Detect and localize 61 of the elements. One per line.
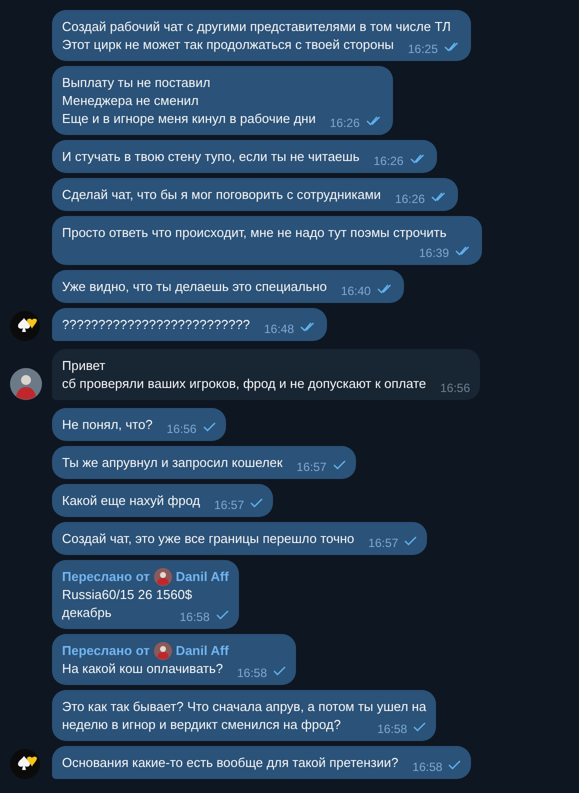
message-time: 16:57 — [214, 497, 244, 513]
message-text: декабрь — [62, 604, 112, 622]
check-icon — [404, 536, 418, 546]
check-icon — [332, 460, 346, 470]
message-time: 16:40 — [340, 283, 371, 299]
message-time: 16:58 — [180, 609, 210, 625]
message-time: 16:26 — [394, 191, 425, 207]
spade-heart-avatar-icon[interactable] — [10, 311, 40, 341]
message-time: 16:56 — [440, 380, 470, 396]
check-icon — [273, 666, 286, 676]
message-time: 16:26 — [330, 115, 360, 131]
message-time: 16:56 — [166, 421, 197, 437]
message-time: 16:48 — [264, 321, 294, 337]
check-icon — [448, 760, 462, 770]
message-time: 16:57 — [296, 459, 327, 475]
message-text: Просто ответь что происходит, мне не надо тут поэмы строчить — [62, 224, 446, 242]
message-text: Russia60/15 26 1560$ — [62, 586, 194, 604]
message-text: Привет — [62, 357, 106, 375]
message-time: 16:25 — [408, 41, 438, 57]
forwarded-label: Переслано от — [62, 642, 150, 660]
message-text: Уже видно, что ты делаешь это специально — [62, 278, 327, 296]
double-check-icon — [376, 284, 394, 294]
message-text: Это как так бывает? Что сначала апрув, а потом ты ушел на — [62, 698, 426, 716]
message-time: 16:58 — [236, 665, 268, 681]
message-text: Этот цирк не может так продолжаться с твоей стороны — [62, 36, 394, 54]
message-time: 16:58 — [412, 759, 442, 775]
double-check-icon — [455, 246, 472, 256]
double-check-icon — [430, 192, 448, 202]
double-check-icon — [444, 42, 461, 52]
message-text: Менеджера не сменил — [62, 92, 200, 110]
message-text: Еще и в игноре меня кинул в рабочие дни — [62, 110, 316, 128]
message-time: 16:26 — [373, 153, 404, 169]
person-avatar-icon[interactable] — [154, 568, 172, 586]
forward-sender-name[interactable]: Danil Aff — [176, 568, 229, 586]
message-text: ?????????????????????????? — [62, 316, 250, 334]
forwarded-label: Переслано от — [62, 568, 150, 586]
message-text: Сделай чат, что бы я мог поговорить с сотрудниками — [62, 186, 381, 204]
message-time: 16:39 — [418, 245, 449, 261]
message-time: 16:57 — [368, 535, 398, 551]
double-check-icon — [366, 116, 383, 126]
forward-sender-name[interactable]: Danil Aff — [176, 642, 229, 660]
message-text: Выплату ты не поставил — [62, 74, 212, 92]
check-icon — [250, 498, 264, 508]
check-icon — [202, 422, 216, 432]
message-text: Не понял, что? — [62, 416, 153, 434]
message-text: Какой еще нахуй фрод — [62, 492, 200, 510]
person-avatar-icon[interactable] — [154, 642, 172, 660]
check-icon — [413, 722, 426, 732]
message-text: Создай чат, это уже все границы перешло точно — [62, 530, 354, 548]
message-text: сб проверяли ваших игроков, фрод и не допускают к оплате — [62, 375, 426, 393]
message-text: Ты же апрувнул и запросил кошелек — [62, 454, 283, 472]
check-icon — [216, 610, 229, 620]
message-time: 16:58 — [377, 721, 408, 737]
message-text: неделю в игнор и вердикт сменился на фрод? — [62, 716, 341, 734]
message-text: Создай рабочий чат с другими представителями в том числе ТЛ — [62, 18, 452, 36]
message-text: На какой кош оплачивать? — [62, 660, 223, 678]
person-avatar-icon[interactable] — [10, 368, 42, 400]
message-text: И стучать в твою стену тупо, если ты не читаешь — [62, 148, 360, 166]
message-text: Основания какие-то есть вообще для такой претензии? — [62, 754, 398, 772]
double-check-icon — [410, 154, 427, 164]
spade-heart-avatar-icon[interactable] — [10, 749, 40, 779]
